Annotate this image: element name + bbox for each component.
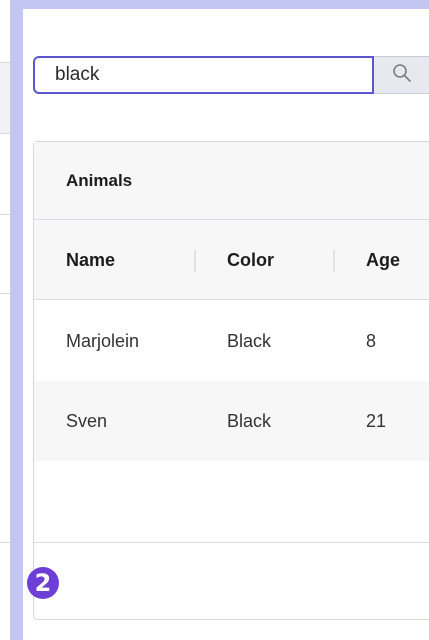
cell-color: Black (227, 410, 272, 431)
left-panel-edge (10, 0, 11, 640)
cell-color: Black (227, 330, 272, 351)
column-resize-handle[interactable] (194, 250, 196, 272)
cell-name: Sven (66, 410, 108, 431)
cell-age: 21 (366, 410, 387, 431)
search-button[interactable] (374, 56, 429, 94)
column-header-name[interactable]: Name (66, 220, 115, 300)
step-number-badge: 2 (27, 567, 59, 599)
search-bar (33, 56, 429, 94)
table-row[interactable]: Marjolein Black 8 (34, 301, 429, 381)
cell-age: 8 (366, 330, 377, 351)
grid-title: Animals (34, 142, 429, 220)
column-resize-handle[interactable] (333, 250, 335, 272)
main-panel: Animals Name Color Age Marjolein Black 8… (23, 9, 429, 640)
column-header-color[interactable]: Color (227, 220, 274, 300)
search-input[interactable] (33, 56, 374, 94)
data-grid: Animals Name Color Age Marjolein Black 8… (33, 141, 429, 620)
left-panel (0, 0, 11, 640)
table-row[interactable]: Sven Black 21 (34, 381, 429, 461)
grid-header-row: Name Color Age (34, 220, 429, 300)
cell-name: Marjolein (66, 330, 140, 351)
grid-footer-divider (34, 542, 429, 543)
search-icon (392, 63, 412, 88)
column-header-age[interactable]: Age (366, 220, 400, 300)
